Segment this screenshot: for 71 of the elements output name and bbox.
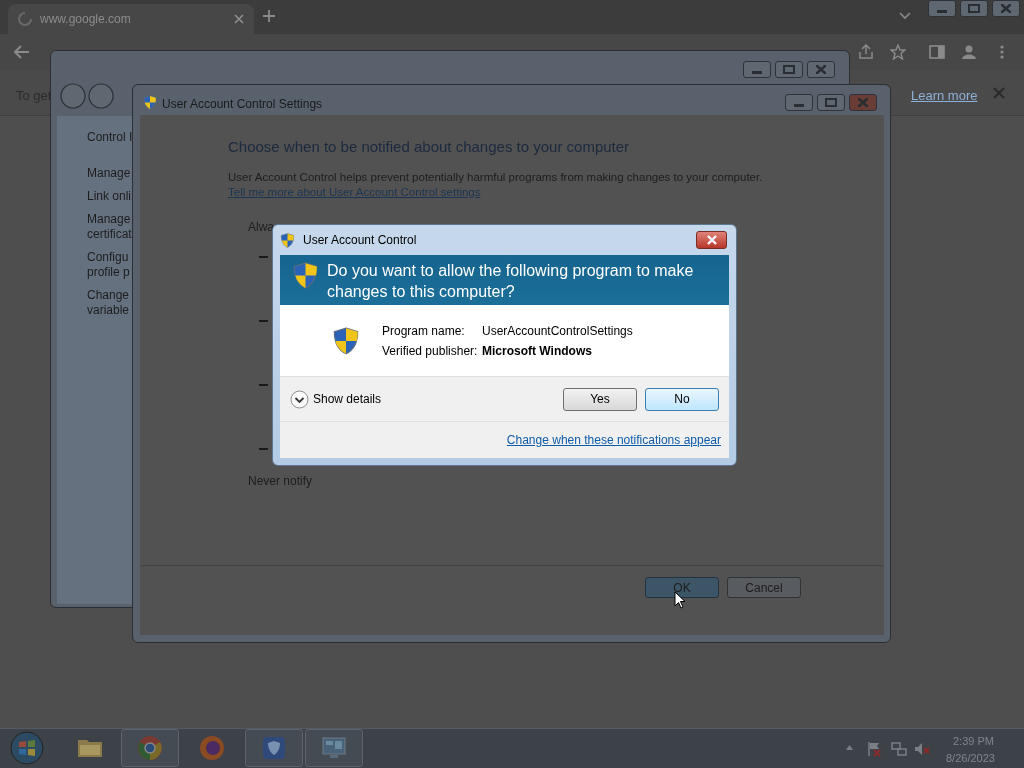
close-icon bbox=[1001, 4, 1011, 13]
tick-mark bbox=[259, 384, 268, 387]
maximize-icon bbox=[968, 4, 980, 13]
task-link[interactable]: Change variable bbox=[87, 288, 130, 318]
ok-button[interactable]: OK bbox=[645, 577, 719, 598]
shield-icon bbox=[292, 260, 319, 291]
cancel-button[interactable]: Cancel bbox=[727, 577, 801, 598]
taskbar-button[interactable] bbox=[245, 729, 303, 767]
browser-tab[interactable]: www.google.com bbox=[8, 4, 254, 34]
maximize-button[interactable] bbox=[775, 61, 803, 78]
field-value: Microsoft Windows bbox=[482, 342, 593, 360]
chevron-down-icon[interactable] bbox=[290, 389, 309, 409]
minimize-button[interactable] bbox=[743, 61, 771, 78]
close-button[interactable] bbox=[696, 231, 727, 249]
window-title: User Account Control Settings bbox=[162, 96, 323, 113]
dialog-title: User Account Control bbox=[303, 232, 417, 249]
pane-heading: Control I bbox=[87, 130, 133, 145]
share-icon[interactable] bbox=[858, 44, 874, 60]
clock-time[interactable]: 2:39 PM bbox=[953, 733, 994, 750]
loading-icon bbox=[18, 12, 32, 26]
forward-button[interactable] bbox=[88, 83, 114, 109]
maximize-button[interactable] bbox=[960, 0, 988, 17]
globe-icon bbox=[198, 734, 226, 762]
shield-icon bbox=[280, 232, 295, 248]
task-link[interactable]: Configu profile p bbox=[87, 250, 130, 280]
field-label: Verified publisher: bbox=[382, 342, 479, 360]
new-tab-icon[interactable] bbox=[262, 9, 276, 23]
minimize-icon bbox=[794, 104, 804, 107]
shield-app-icon bbox=[260, 734, 288, 762]
close-icon[interactable] bbox=[993, 87, 1005, 99]
side-panel-icon[interactable] bbox=[929, 45, 945, 59]
speaker-icon[interactable] bbox=[914, 741, 930, 757]
back-icon[interactable] bbox=[14, 45, 30, 59]
close-icon bbox=[816, 65, 826, 74]
minimize-button[interactable] bbox=[928, 0, 956, 17]
network-icon[interactable] bbox=[891, 741, 907, 757]
tick-mark bbox=[259, 320, 268, 323]
cursor-icon bbox=[674, 591, 686, 610]
clock-date[interactable]: 8/26/2023 bbox=[946, 750, 995, 767]
minimize-button[interactable] bbox=[785, 94, 813, 111]
field-label: Program name: bbox=[382, 322, 466, 340]
close-icon bbox=[705, 235, 718, 245]
star-icon[interactable] bbox=[890, 44, 906, 60]
minimize-icon bbox=[937, 10, 947, 13]
taskbar-button[interactable] bbox=[121, 729, 179, 767]
learn-more-link[interactable]: Learn more bbox=[911, 86, 978, 106]
show-details-toggle[interactable]: Show details bbox=[313, 390, 382, 408]
flag-icon[interactable] bbox=[866, 741, 882, 757]
profile-icon[interactable] bbox=[961, 44, 977, 60]
close-icon[interactable] bbox=[234, 14, 244, 24]
back-button[interactable] bbox=[60, 83, 86, 109]
tick-mark bbox=[259, 256, 268, 259]
task-link[interactable]: Link onli bbox=[87, 189, 132, 204]
yes-button[interactable]: Yes bbox=[563, 387, 637, 411]
question-text: Do you want to allow the following program to make changes to this computer? bbox=[327, 261, 695, 302]
maximize-icon bbox=[825, 98, 837, 107]
task-link[interactable]: Manage certificat bbox=[87, 212, 132, 242]
close-icon bbox=[858, 98, 868, 107]
shield-icon bbox=[143, 95, 157, 110]
menu-icon[interactable] bbox=[1000, 45, 1004, 59]
start-button[interactable] bbox=[10, 731, 44, 765]
caret-up-icon[interactable] bbox=[846, 745, 853, 750]
tick-mark bbox=[259, 448, 268, 451]
browser-icon bbox=[136, 734, 164, 762]
taskbar-button[interactable] bbox=[305, 729, 363, 767]
task-link[interactable]: Manage bbox=[87, 166, 131, 181]
field-value: UserAccountControlSettings bbox=[482, 322, 633, 340]
maximize-icon bbox=[783, 65, 795, 74]
tab-title: www.google.com bbox=[40, 11, 131, 28]
no-button[interactable]: No bbox=[645, 387, 719, 411]
maximize-button[interactable] bbox=[817, 94, 845, 111]
